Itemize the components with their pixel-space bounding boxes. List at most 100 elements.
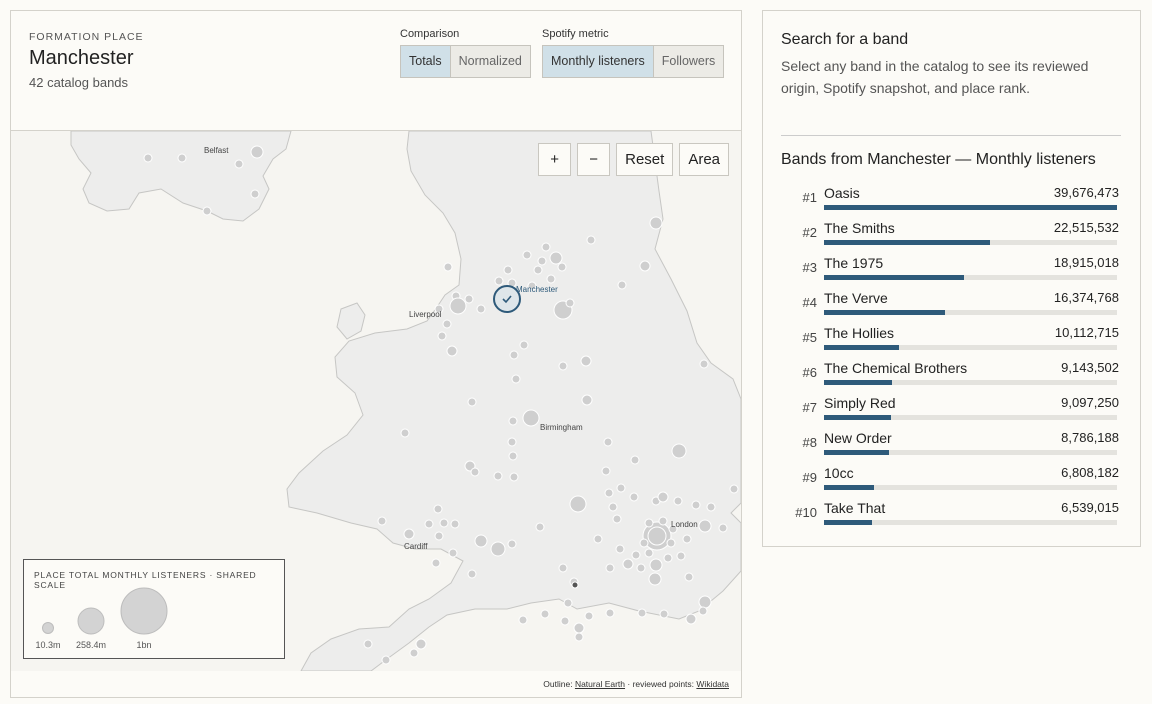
- band-row[interactable]: #1 Oasis 39,676,473: [781, 183, 1119, 218]
- band-bar-fill: [824, 520, 873, 525]
- band-name[interactable]: Oasis: [824, 185, 860, 201]
- band-name[interactable]: The Smiths: [824, 220, 895, 236]
- map-point: [558, 361, 568, 371]
- map-point: [673, 496, 683, 506]
- map-point: [615, 544, 625, 554]
- band-row[interactable]: #10 Take That 6,539,015: [781, 498, 1119, 533]
- comparison-normalized-button[interactable]: Normalized: [449, 46, 530, 77]
- band-row[interactable]: #9 10cc 6,808,182: [781, 463, 1119, 498]
- band-name[interactable]: Take That: [824, 500, 885, 516]
- band-row[interactable]: #7 Simply Red 9,097,250: [781, 393, 1119, 428]
- band-listeners-value: 9,097,250: [1061, 395, 1119, 410]
- metric-followers-button[interactable]: Followers: [652, 46, 724, 77]
- band-name[interactable]: The Chemical Brothers: [824, 360, 967, 376]
- band-bar-track: [824, 345, 1117, 350]
- band-name[interactable]: The Hollies: [824, 325, 894, 341]
- band-bar-track: [824, 520, 1117, 525]
- attribution-prefix: Outline:: [543, 679, 573, 689]
- band-row[interactable]: #2 The Smiths 22,515,532: [781, 218, 1119, 253]
- map-point: [540, 609, 550, 619]
- band-listeners-value: 22,515,532: [1053, 220, 1119, 235]
- map-point: [563, 598, 573, 608]
- comparison-segmented-control: Totals Normalized: [400, 45, 531, 78]
- map-point: [511, 374, 521, 384]
- band-name[interactable]: Simply Red: [824, 395, 896, 411]
- map-point: [508, 451, 518, 461]
- map-point: [649, 558, 663, 572]
- band-rank: #8: [802, 435, 817, 450]
- map-point: [718, 523, 728, 533]
- map-point: [586, 235, 596, 245]
- band-bar-fill: [824, 485, 875, 490]
- map-point: [467, 397, 477, 407]
- band-name[interactable]: The Verve: [824, 290, 888, 306]
- map-point: [631, 550, 641, 560]
- map-point: [234, 159, 244, 169]
- place-title: Manchester: [29, 47, 134, 69]
- map-point: [698, 606, 708, 616]
- zoom-out-button[interactable]: −: [577, 143, 611, 176]
- band-listeners-value: 16,374,768: [1053, 290, 1119, 305]
- metric-monthly-listeners-button[interactable]: Monthly listeners: [543, 46, 653, 77]
- wikidata-link[interactable]: Wikidata: [696, 679, 729, 689]
- map-point: [177, 153, 187, 163]
- band-listeners-value: 18,915,018: [1053, 255, 1119, 270]
- map-point: [685, 613, 697, 625]
- legend-circles: 10.3m 258.4m 1bn: [35, 587, 168, 650]
- great-britain-landmass: [286, 131, 741, 671]
- map-point: [443, 262, 453, 272]
- isle-of-man: [336, 302, 366, 340]
- band-rank: #5: [802, 330, 817, 345]
- map-attribution: Outline: Natural Earth · reviewed points…: [543, 679, 729, 689]
- legend-label-small: 10.3m: [35, 640, 60, 650]
- map-point: [644, 518, 654, 528]
- comparison-totals-button[interactable]: Totals: [401, 46, 450, 77]
- map-label-cardiff: Cardiff: [404, 542, 428, 551]
- band-bar-track: [824, 205, 1117, 210]
- band-bar-fill: [824, 415, 892, 420]
- band-rank-list: #1 Oasis 39,676,473 #2 The Smiths 22,515,532 #…: [781, 183, 1119, 533]
- map-point: [637, 608, 647, 618]
- zoom-in-button[interactable]: +: [538, 143, 572, 176]
- band-bar-fill: [824, 450, 889, 455]
- band-rank: #4: [802, 295, 817, 310]
- band-listeners-value: 39,676,473: [1053, 185, 1119, 200]
- map-point: [250, 145, 264, 159]
- map-label-birmingham: Birmingham: [540, 423, 583, 432]
- map-point: [409, 648, 419, 658]
- band-row[interactable]: #3 The 1975 18,915,018: [781, 253, 1119, 288]
- map-point: [649, 216, 663, 230]
- map-point: [629, 492, 639, 502]
- band-row[interactable]: #8 New Order 8,786,188: [781, 428, 1119, 463]
- band-name[interactable]: The 1975: [824, 255, 883, 271]
- map-point: [533, 265, 543, 275]
- band-row[interactable]: #5 The Hollies 10,112,715: [781, 323, 1119, 358]
- search-heading: Search for a band: [781, 31, 909, 48]
- band-rank: #10: [795, 505, 817, 520]
- map-point: [464, 294, 474, 304]
- reset-view-button[interactable]: Reset: [616, 143, 674, 176]
- natural-earth-link[interactable]: Natural Earth: [575, 679, 625, 689]
- map-point: [671, 443, 687, 459]
- map-point: [494, 276, 504, 286]
- map-point: [605, 608, 615, 618]
- uk-map[interactable]: Belfast Manchester Liverpool Birmingham …: [11, 131, 741, 671]
- band-listeners-value: 9,143,502: [1061, 360, 1119, 375]
- metric-segmented-control: Monthly listeners Followers: [542, 45, 725, 78]
- map-point: [518, 615, 528, 625]
- band-row[interactable]: #6 The Chemical Brothers 9,143,502: [781, 358, 1119, 393]
- band-name[interactable]: 10cc: [824, 465, 854, 481]
- band-row[interactable]: #4 The Verve 16,374,768: [781, 288, 1119, 323]
- map-point: [363, 639, 373, 649]
- map-point: [608, 502, 618, 512]
- map-point: [442, 319, 452, 329]
- band-name[interactable]: New Order: [824, 430, 892, 446]
- map-point: [604, 488, 614, 498]
- area-button[interactable]: Area: [679, 143, 729, 176]
- map-point: [509, 472, 519, 482]
- map-point: [558, 563, 568, 573]
- band-count: 42 catalog bands: [29, 75, 129, 90]
- map-point: [580, 355, 592, 367]
- comparison-toggle: Comparison Totals Normalized: [400, 28, 531, 78]
- map-point: [537, 256, 547, 266]
